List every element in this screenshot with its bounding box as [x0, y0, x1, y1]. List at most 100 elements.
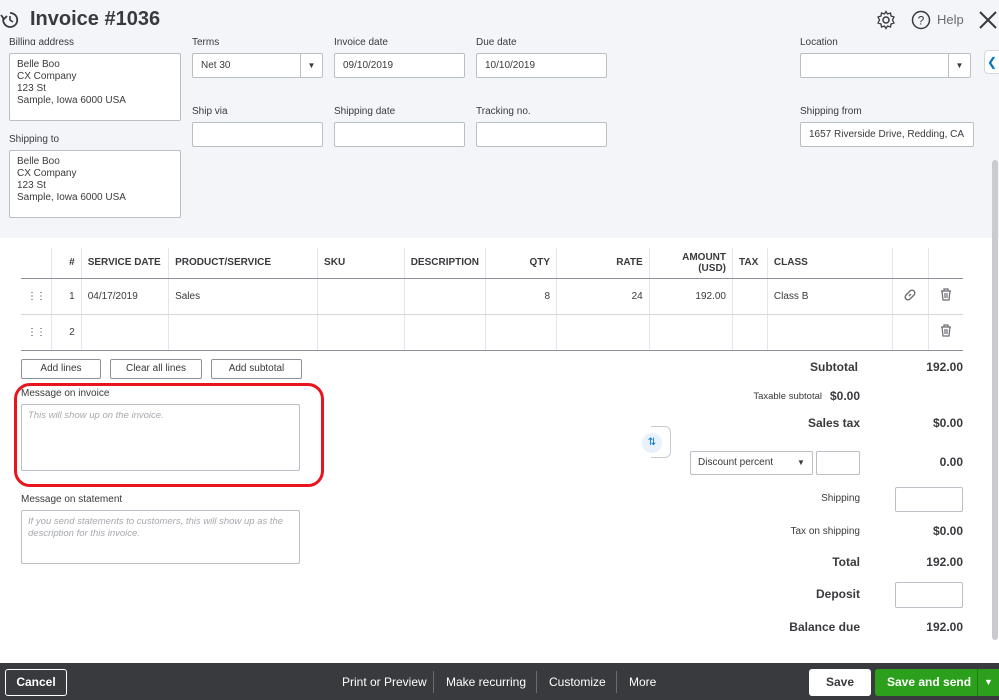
- drag-handle-icon[interactable]: ⋮⋮: [21, 278, 52, 315]
- collapse-panel-chevron-icon[interactable]: ❮: [984, 50, 999, 74]
- balance-due-value: 192.00: [926, 620, 963, 634]
- shipping-date-label: Shipping date: [334, 106, 396, 117]
- column-header: PRODUCT/SERVICE: [168, 248, 318, 279]
- close-icon[interactable]: [977, 9, 999, 31]
- save-button[interactable]: Save: [809, 669, 871, 696]
- footer-bar: Cancel Print or Preview Make recurring C…: [0, 663, 999, 700]
- help-link[interactable]: Help: [937, 12, 964, 27]
- total-label: Total: [832, 555, 860, 569]
- link-column-header: [891, 248, 929, 279]
- shipping-amount-input[interactable]: [895, 487, 963, 512]
- sales-tax-value: $0.00: [932, 416, 963, 430]
- due-date-field[interactable]: 10/10/2019: [476, 53, 607, 78]
- sku-cell[interactable]: [317, 278, 405, 315]
- page-title: Invoice #1036: [30, 8, 161, 30]
- chevron-down-icon: ▼: [948, 54, 970, 77]
- help-icon[interactable]: ?: [911, 10, 931, 30]
- amount-cell[interactable]: [648, 314, 733, 351]
- footer-divider: [433, 671, 434, 693]
- tax-cell[interactable]: [732, 314, 768, 351]
- trash-icon[interactable]: [940, 288, 952, 301]
- sales-tax-label: Sales tax: [807, 416, 860, 430]
- shipping-from-field[interactable]: 1657 Riverside Drive, Redding, CA: [800, 122, 974, 147]
- shipping-line: 123 St: [17, 180, 46, 191]
- make-recurring-button[interactable]: Make recurring: [446, 675, 526, 689]
- invoice-date-label: Invoice date: [334, 37, 388, 45]
- qty-cell[interactable]: [485, 314, 557, 351]
- save-and-send-button[interactable]: Save and send ▼: [875, 669, 999, 696]
- add-subtotal-button[interactable]: Add subtotal: [211, 359, 302, 379]
- swap-order-icon[interactable]: ⇅: [642, 433, 662, 453]
- link-cell: [891, 314, 929, 351]
- invoice-details-form: Billing address Belle Boo CX Company 123…: [0, 37, 999, 238]
- tax-on-shipping-value: $0.00: [932, 524, 963, 538]
- print-preview-button[interactable]: Print or Preview: [342, 675, 427, 689]
- service-date-cell[interactable]: 04/17/2019: [80, 278, 169, 315]
- invoice-date-field[interactable]: 09/10/2019: [334, 53, 465, 78]
- column-header: RATE: [556, 248, 650, 279]
- subtotal-label: Subtotal: [810, 360, 858, 374]
- class-cell[interactable]: [766, 314, 893, 351]
- line-items-table: # SERVICE DATE PRODUCT/SERVICE SKU DESCR…: [21, 248, 963, 351]
- customize-button[interactable]: Customize: [549, 675, 606, 689]
- tracking-field[interactable]: [476, 122, 607, 147]
- service-date-cell[interactable]: [80, 314, 169, 351]
- product-cell[interactable]: Sales: [168, 278, 318, 315]
- rate-cell[interactable]: [556, 314, 650, 351]
- billing-address-field[interactable]: Belle Boo CX Company 123 St Sample, Iowa…: [9, 53, 181, 121]
- discount-type-select[interactable]: Discount percent ▼: [690, 451, 813, 475]
- shipping-line: Belle Boo: [17, 156, 60, 167]
- amount-cell[interactable]: 192.00: [648, 278, 733, 315]
- message-on-statement-input[interactable]: [21, 510, 300, 564]
- recent-history-icon[interactable]: [0, 10, 20, 30]
- save-and-send-label: Save and send: [887, 675, 972, 689]
- trash-icon[interactable]: [940, 324, 952, 337]
- subtotal-value: 192.00: [926, 360, 963, 374]
- column-header: #: [51, 248, 82, 279]
- shipping-date-field[interactable]: [334, 122, 465, 147]
- shipping-to-label: Shipping to: [9, 134, 60, 145]
- shipping-to-field[interactable]: Belle Boo CX Company 123 St Sample, Iowa…: [9, 150, 181, 218]
- table-row[interactable]: ⋮⋮ 2: [21, 314, 963, 351]
- deposit-input[interactable]: [895, 582, 963, 608]
- shipping-line: Sample, Iowa 6000 USA: [17, 192, 126, 203]
- gear-icon[interactable]: [876, 10, 896, 30]
- ship-via-field[interactable]: [192, 122, 323, 147]
- drag-handle-icon[interactable]: ⋮⋮: [21, 314, 52, 351]
- qty-cell[interactable]: 8: [485, 278, 557, 315]
- delete-column-header: [927, 248, 963, 279]
- clear-all-lines-button[interactable]: Clear all lines: [110, 359, 202, 379]
- vertical-scrollbar[interactable]: [992, 160, 998, 640]
- column-header: SERVICE DATE: [80, 248, 169, 279]
- footer-divider: [616, 671, 617, 693]
- ship-via-label: Ship via: [192, 106, 228, 117]
- shipping-label: Shipping: [821, 493, 860, 504]
- chevron-down-icon: ▼: [797, 458, 805, 467]
- rate-cell[interactable]: 24: [556, 278, 650, 315]
- total-value: 192.00: [926, 555, 963, 569]
- column-header: AMOUNT (USD): [648, 248, 733, 279]
- more-button[interactable]: More: [629, 675, 656, 689]
- cancel-button[interactable]: Cancel: [5, 669, 67, 696]
- discount-input[interactable]: [816, 451, 860, 475]
- tax-cell[interactable]: [732, 278, 768, 315]
- product-cell[interactable]: [168, 314, 318, 351]
- taxable-subtotal-label: Taxable subtotal: [753, 391, 822, 402]
- add-lines-button[interactable]: Add lines: [21, 359, 101, 379]
- class-cell[interactable]: Class B: [766, 278, 893, 315]
- drag-column-header: [21, 248, 52, 279]
- billing-line: Belle Boo: [17, 59, 60, 70]
- description-cell[interactable]: [403, 314, 486, 351]
- billing-address-label: Billing address: [9, 37, 75, 45]
- column-header: CLASS: [766, 248, 893, 279]
- sku-cell[interactable]: [317, 314, 405, 351]
- description-cell[interactable]: [403, 278, 486, 315]
- link-icon[interactable]: [903, 288, 917, 302]
- location-select[interactable]: ▼: [800, 53, 971, 78]
- terms-select[interactable]: Net 30 ▼: [192, 53, 323, 78]
- highlight-annotation: [14, 383, 324, 487]
- column-header: SKU: [317, 248, 405, 279]
- chevron-down-icon[interactable]: ▼: [977, 669, 999, 696]
- terms-value: Net 30: [201, 60, 231, 71]
- table-row[interactable]: ⋮⋮ 1 04/17/2019 Sales 8 24 192.00 Class …: [21, 278, 963, 315]
